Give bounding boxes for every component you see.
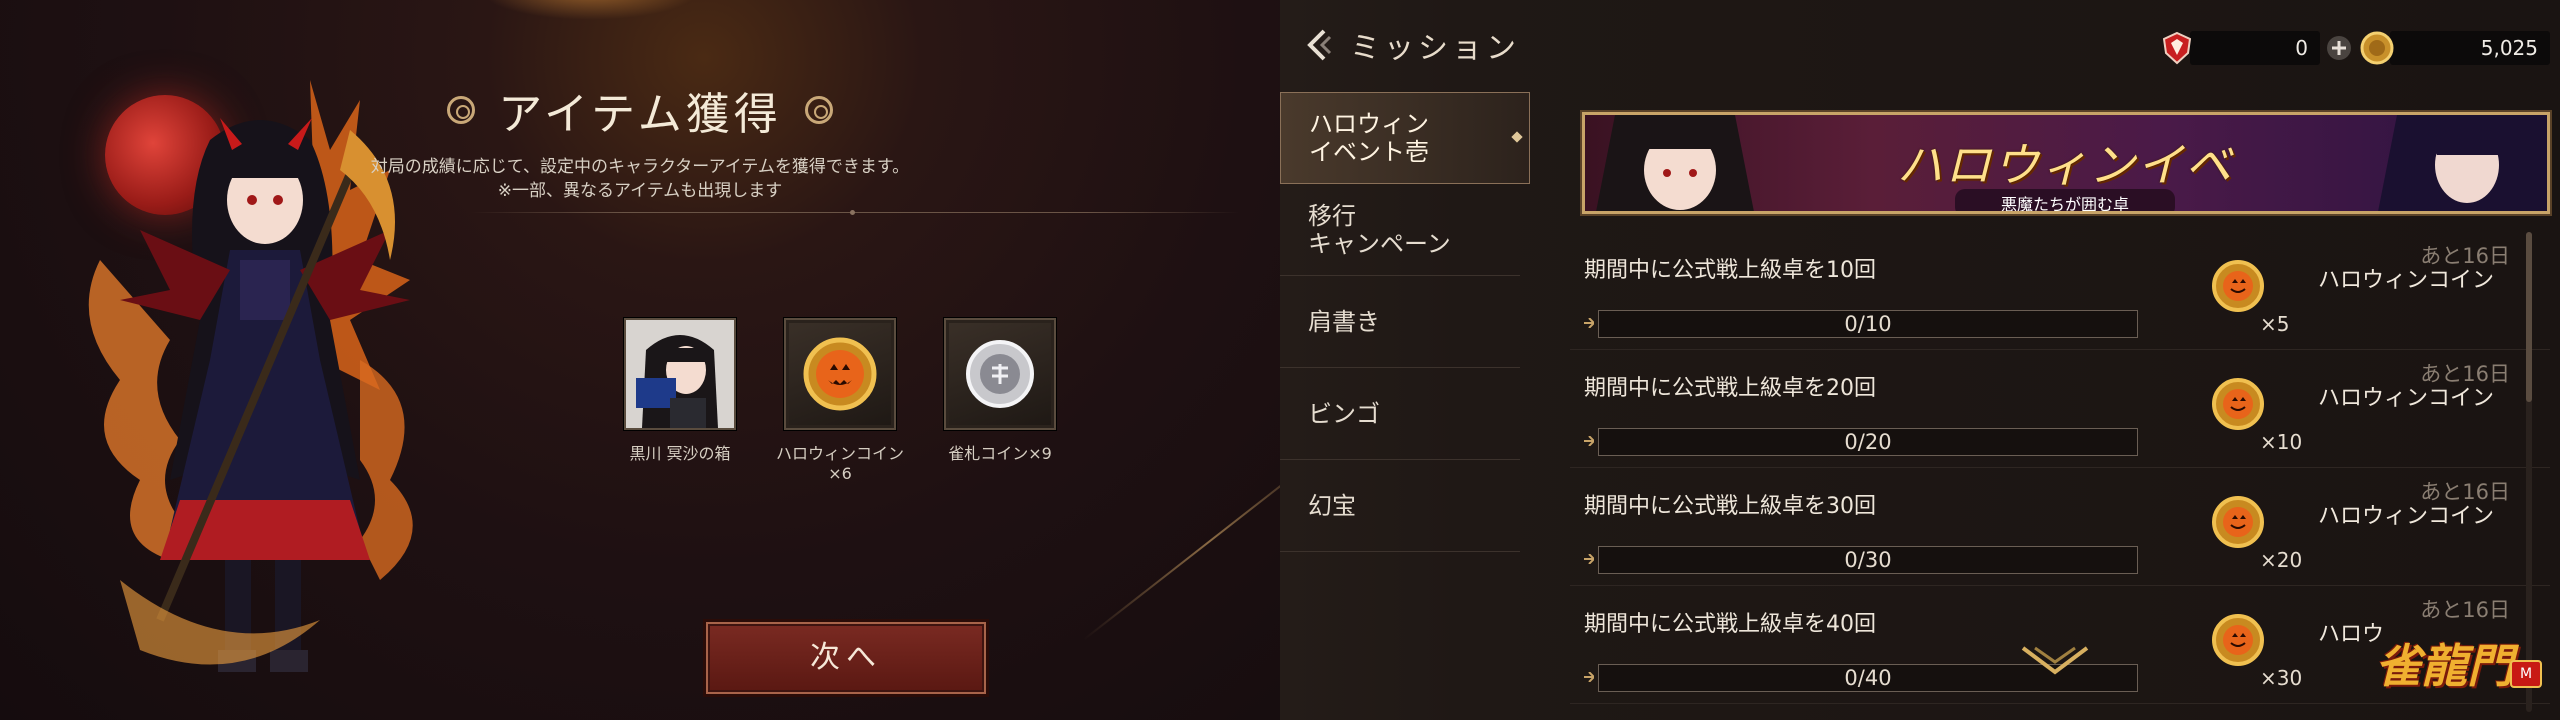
pumpkin-coin-icon bbox=[2212, 260, 2264, 312]
reward-item[interactable]: ハロウィンコイン×6 bbox=[770, 318, 910, 484]
mission-row[interactable]: 期間中に公式戦上級卓を30回 あと16日 0/30 ×20 ハロウィンコイン bbox=[1570, 468, 2550, 586]
sidebar-item-label: 肩書き bbox=[1308, 307, 1380, 336]
add-gems-icon[interactable] bbox=[2326, 35, 2352, 61]
page-title: アイテム獲得 bbox=[498, 89, 782, 140]
pumpkin-coin-icon bbox=[2212, 378, 2264, 430]
mission-progress: 0/30 bbox=[1598, 546, 2138, 574]
title-ornament-right-icon bbox=[804, 96, 833, 124]
logo-badge: M bbox=[2510, 660, 2542, 688]
gold-coin-icon bbox=[2360, 31, 2394, 65]
item-label: 黒川 冥沙の箱 bbox=[629, 444, 731, 463]
sidebar-item-label: 幻宝 bbox=[1308, 491, 1356, 520]
mission-panel: ミッション 0 5,025 ハロウィン イベント壱 移行 キャンペーン 肩書き … bbox=[1280, 0, 2560, 720]
silver-coin-icon bbox=[944, 318, 1056, 430]
shield-gem-icon bbox=[2162, 31, 2192, 65]
reward-quantity: ×5 bbox=[2260, 312, 2290, 336]
reward-name: ハロウィンコイン bbox=[2318, 268, 2495, 293]
pumpkin-coin-icon bbox=[784, 318, 896, 430]
game-logo: 雀龍門 bbox=[2375, 639, 2513, 693]
item-label: 雀札コイン×9 bbox=[948, 444, 1052, 463]
description-line-2: ※一部、異なるアイテムも出現します bbox=[497, 181, 783, 201]
sidebar-item-label: 移行 bbox=[1308, 201, 1356, 230]
divider bbox=[470, 212, 1240, 213]
sidebar-item-label: ハロウィン bbox=[1309, 110, 1429, 138]
diagonal-accent bbox=[1083, 441, 1280, 641]
title-row: アイテム獲得 bbox=[0, 78, 1280, 142]
reward-item[interactable]: 雀札コイン×9 bbox=[930, 318, 1070, 464]
mission-text: 期間中に公式戦上級卓を30回 bbox=[1584, 494, 1876, 519]
description-line-1: 対局の成績に応じて、設定中のキャラクターアイテムを獲得できます。 bbox=[370, 157, 910, 177]
progress-marker-icon bbox=[1584, 672, 1594, 682]
mission-remaining: あと16日 bbox=[2420, 244, 2510, 268]
banner-character-left bbox=[1596, 115, 1754, 211]
mission-text: 期間中に公式戦上級卓を40回 bbox=[1584, 612, 1876, 637]
gem-count: 0 bbox=[2190, 31, 2320, 65]
pumpkin-coin-icon bbox=[2212, 496, 2264, 548]
sidebar-item-label: イベント壱 bbox=[1309, 138, 1429, 166]
page-title: ミッション bbox=[1350, 31, 1520, 66]
sidebar-item-halloween[interactable]: ハロウィン イベント壱 bbox=[1280, 92, 1530, 184]
sidebar-item-titles[interactable]: 肩書き bbox=[1280, 276, 1520, 368]
event-banner[interactable]: ハロウィンイベント 悪魔たちが囲む卓 bbox=[1582, 112, 2550, 214]
progress-marker-icon bbox=[1584, 318, 1594, 328]
reward-name: ハロウィンコイン bbox=[2318, 504, 2495, 529]
reward-quantity: ×30 bbox=[2260, 666, 2303, 690]
mission-remaining: あと16日 bbox=[2420, 598, 2510, 622]
reward-item[interactable]: 黒川 冥沙の箱 bbox=[610, 318, 750, 464]
reward-items: 黒川 冥沙の箱 ハロウィンコイン×6 雀札コイン×9 bbox=[610, 318, 1110, 518]
progress-marker-icon bbox=[1584, 436, 1594, 446]
top-glow bbox=[480, 0, 700, 20]
scrollbar-thumb[interactable] bbox=[2526, 232, 2532, 402]
mission-text: 期間中に公式戦上級卓を20回 bbox=[1584, 376, 1876, 401]
back-arrow-icon[interactable] bbox=[1300, 25, 1340, 65]
coin-counter: 5,025 bbox=[2360, 28, 2550, 68]
reward-quantity: ×10 bbox=[2260, 430, 2303, 454]
mission-progress: 0/10 bbox=[1598, 310, 2138, 338]
mission-row[interactable]: 期間中に公式戦上級卓を10回 あと16日 0/10 ×5 ハロウィンコイン bbox=[1570, 232, 2550, 350]
pumpkin-coin-icon bbox=[2212, 614, 2264, 666]
mission-remaining: あと16日 bbox=[2420, 480, 2510, 504]
mission-progress: 0/20 bbox=[1598, 428, 2138, 456]
reward-quantity: ×20 bbox=[2260, 548, 2303, 572]
sidebar-item-label: キャンペーン bbox=[1308, 229, 1451, 258]
mission-row[interactable]: 期間中に公式戦上級卓を20回 あと16日 0/20 ×10 ハロウィンコイン bbox=[1570, 350, 2550, 468]
mission-text: 期間中に公式戦上級卓を10回 bbox=[1584, 258, 1876, 283]
reward-name: ハロウィンコイン bbox=[2318, 386, 2495, 411]
sidebar-item-label: ビンゴ bbox=[1308, 399, 1380, 428]
sidebar-item-treasure[interactable]: 幻宝 bbox=[1280, 460, 1520, 552]
next-button[interactable]: 次へ bbox=[706, 622, 986, 694]
mission-remaining: あと16日 bbox=[2420, 362, 2510, 386]
scroll-down-chevron-icon[interactable] bbox=[2015, 642, 2095, 682]
item-acquired-panel: アイテム獲得 対局の成績に応じて、設定中のキャラクターアイテムを獲得できます。 … bbox=[0, 0, 1280, 720]
divider-dot bbox=[850, 210, 855, 215]
item-label: ハロウィンコイン×6 bbox=[775, 444, 904, 483]
title-ornament-left-icon bbox=[447, 96, 476, 124]
sidebar-item-campaign[interactable]: 移行 キャンペーン bbox=[1280, 184, 1520, 276]
banner-subtitle: 悪魔たちが囲む卓 bbox=[1955, 189, 2175, 211]
banner-character-right bbox=[2378, 115, 2547, 211]
sidebar-item-bingo[interactable]: ビンゴ bbox=[1280, 368, 1520, 460]
progress-marker-icon bbox=[1584, 554, 1594, 564]
gem-counter: 0 bbox=[2160, 28, 2352, 68]
character-box-icon bbox=[624, 318, 736, 430]
back-header[interactable]: ミッション bbox=[1300, 20, 1520, 70]
mission-sidebar: ハロウィン イベント壱 移行 キャンペーン 肩書き ビンゴ 幻宝 bbox=[1280, 92, 1530, 552]
coin-count: 5,025 bbox=[2390, 31, 2550, 65]
